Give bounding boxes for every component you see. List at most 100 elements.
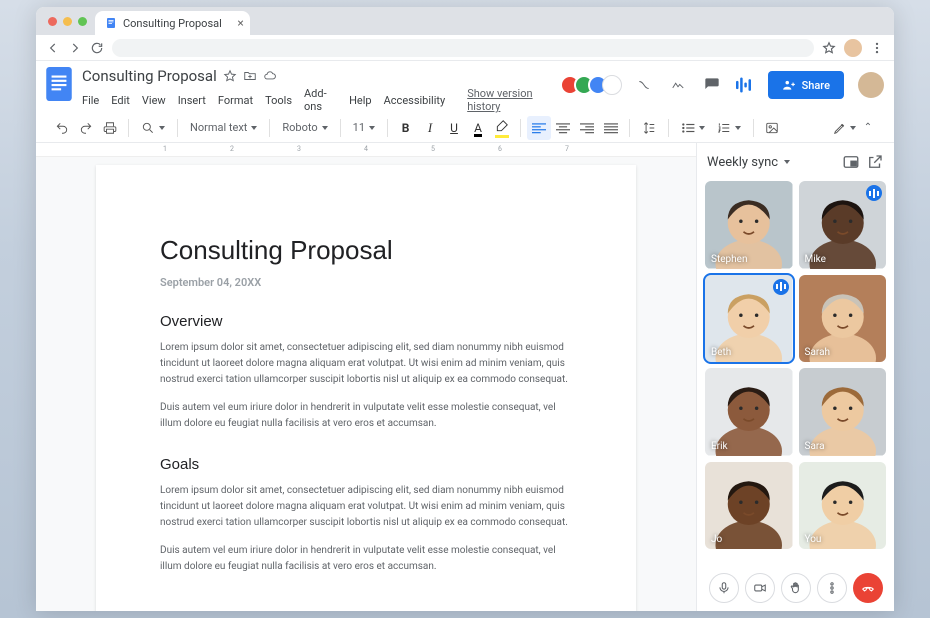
share-person-icon bbox=[782, 78, 796, 92]
paragraph[interactable]: Lorem ipsum dolor sit amet, consectetuer… bbox=[160, 483, 572, 531]
menu-accessibility[interactable]: Accessibility bbox=[384, 94, 446, 107]
move-doc-icon[interactable] bbox=[243, 69, 257, 83]
collab-area: Share bbox=[560, 71, 884, 99]
collaborator-avatars[interactable] bbox=[560, 75, 622, 95]
camera-button[interactable] bbox=[745, 573, 775, 603]
align-justify-button[interactable] bbox=[599, 116, 623, 140]
menu-edit[interactable]: Edit bbox=[111, 94, 130, 107]
participant-tile[interactable]: Jo bbox=[705, 462, 793, 550]
paragraph[interactable]: Duis autem vel eum iriure dolor in hendr… bbox=[160, 400, 572, 432]
menu-file[interactable]: File bbox=[82, 94, 99, 107]
insert-image-button[interactable] bbox=[760, 116, 784, 140]
participant-tile[interactable]: Erik bbox=[705, 368, 793, 456]
participant-tile[interactable]: Beth bbox=[705, 275, 793, 363]
share-button[interactable]: Share bbox=[768, 71, 844, 99]
participant-tile[interactable]: Stephen bbox=[705, 181, 793, 269]
document-scroll[interactable]: Consulting Proposal September 04, 20XX Ove… bbox=[36, 157, 696, 611]
align-right-button[interactable] bbox=[575, 116, 599, 140]
ruler-mark: 1 bbox=[163, 145, 167, 153]
browser-menu-icon[interactable] bbox=[870, 41, 884, 55]
participant-name: Jo bbox=[711, 534, 722, 545]
show-version-history[interactable]: Show version history bbox=[467, 87, 549, 113]
menu-format[interactable]: Format bbox=[218, 94, 253, 107]
back-icon[interactable] bbox=[46, 41, 60, 55]
browser-tab[interactable]: Consulting Proposal × bbox=[95, 11, 250, 35]
align-center-button[interactable] bbox=[551, 116, 575, 140]
cloud-status-icon[interactable] bbox=[263, 69, 277, 83]
numbered-list-button[interactable] bbox=[711, 116, 747, 140]
participant-tile[interactable]: Sara bbox=[799, 368, 887, 456]
bullet-list-button[interactable] bbox=[675, 116, 711, 140]
more-options-button[interactable] bbox=[817, 573, 847, 603]
section-heading[interactable]: Overview bbox=[160, 313, 572, 330]
ruler-mark: 7 bbox=[565, 145, 569, 153]
meet-title[interactable]: Weekly sync bbox=[707, 155, 778, 170]
redo-button[interactable] bbox=[74, 116, 98, 140]
horizontal-ruler[interactable]: 1234567 bbox=[36, 143, 696, 157]
underline-button[interactable]: U bbox=[442, 116, 466, 140]
ruler-mark: 4 bbox=[364, 145, 368, 153]
paragraph-style-select[interactable]: Normal text bbox=[184, 116, 263, 140]
pip-icon[interactable] bbox=[842, 153, 860, 171]
page-date[interactable]: September 04, 20XX bbox=[160, 276, 572, 289]
raise-hand-button[interactable] bbox=[781, 573, 811, 603]
menu-add-ons[interactable]: Add-ons bbox=[304, 87, 337, 113]
main-content: 1234567 Consulting ProposalSeptember 04,… bbox=[36, 143, 894, 611]
star-doc-icon[interactable] bbox=[223, 69, 237, 83]
zoom-select[interactable] bbox=[135, 116, 171, 140]
participant-name: Sara bbox=[805, 441, 825, 452]
last-edit-icon[interactable] bbox=[632, 73, 656, 97]
font-size-select[interactable]: 11 bbox=[347, 116, 381, 140]
omnibox[interactable] bbox=[112, 39, 814, 57]
highlight-color-button[interactable] bbox=[490, 116, 514, 140]
collaborator-overflow[interactable] bbox=[602, 75, 622, 95]
menu-view[interactable]: View bbox=[142, 94, 166, 107]
docs-logo-icon[interactable] bbox=[46, 67, 72, 101]
print-button[interactable] bbox=[98, 116, 122, 140]
participant-tile[interactable]: Sarah bbox=[799, 275, 887, 363]
menu-tools[interactable]: Tools bbox=[265, 94, 292, 107]
meet-tiles: Stephen Mike Beth Sarah Erik Sara bbox=[697, 181, 894, 565]
menu-help[interactable]: Help bbox=[349, 94, 372, 107]
meet-dropdown-icon[interactable] bbox=[784, 160, 790, 164]
doc-title[interactable]: Consulting Proposal bbox=[82, 67, 217, 85]
address-bar bbox=[36, 35, 894, 61]
format-toolbar: Normal text Roboto 11 B I U A ⌃ bbox=[36, 113, 894, 143]
font-select[interactable]: Roboto bbox=[276, 116, 333, 140]
participant-tile[interactable]: Mike bbox=[799, 181, 887, 269]
close-window[interactable] bbox=[48, 17, 57, 26]
line-spacing-button[interactable] bbox=[636, 116, 662, 140]
document-page[interactable]: Consulting Proposal September 04, 20XX Ove… bbox=[96, 165, 636, 611]
reload-icon[interactable] bbox=[90, 41, 104, 55]
hangup-button[interactable] bbox=[853, 573, 883, 603]
participant-name: Mike bbox=[805, 254, 826, 265]
ruler-mark: 3 bbox=[297, 145, 301, 153]
meet-icon[interactable] bbox=[734, 73, 758, 97]
mic-button[interactable] bbox=[709, 573, 739, 603]
profile-avatar[interactable] bbox=[844, 39, 862, 57]
toolbar-overflow-button[interactable]: ⌃ bbox=[856, 116, 880, 140]
text-color-button[interactable]: A bbox=[466, 116, 490, 140]
close-tab-icon[interactable]: × bbox=[237, 16, 243, 30]
page-title[interactable]: Consulting Proposal bbox=[160, 235, 572, 266]
align-left-button[interactable] bbox=[527, 116, 551, 140]
bold-button[interactable]: B bbox=[394, 116, 418, 140]
minimize-window[interactable] bbox=[63, 17, 72, 26]
browser-window: Consulting Proposal × Consulting Proposa… bbox=[36, 7, 894, 611]
paragraph[interactable]: Lorem ipsum dolor sit amet, consectetuer… bbox=[160, 340, 572, 388]
maximize-window[interactable] bbox=[78, 17, 87, 26]
undo-button[interactable] bbox=[50, 116, 74, 140]
italic-button[interactable]: I bbox=[418, 116, 442, 140]
popout-icon[interactable] bbox=[866, 153, 884, 171]
editing-mode-button[interactable] bbox=[833, 121, 856, 135]
participant-tile[interactable]: You bbox=[799, 462, 887, 550]
forward-icon[interactable] bbox=[68, 41, 82, 55]
comments-icon[interactable] bbox=[700, 73, 724, 97]
speaking-indicator-icon bbox=[773, 279, 789, 295]
activity-icon[interactable] bbox=[666, 73, 690, 97]
account-avatar[interactable] bbox=[858, 72, 884, 98]
menu-insert[interactable]: Insert bbox=[178, 94, 206, 107]
paragraph[interactable]: Duis autem vel eum iriure dolor in hendr… bbox=[160, 543, 572, 575]
bookmark-star-icon[interactable] bbox=[822, 41, 836, 55]
section-heading[interactable]: Goals bbox=[160, 456, 572, 473]
